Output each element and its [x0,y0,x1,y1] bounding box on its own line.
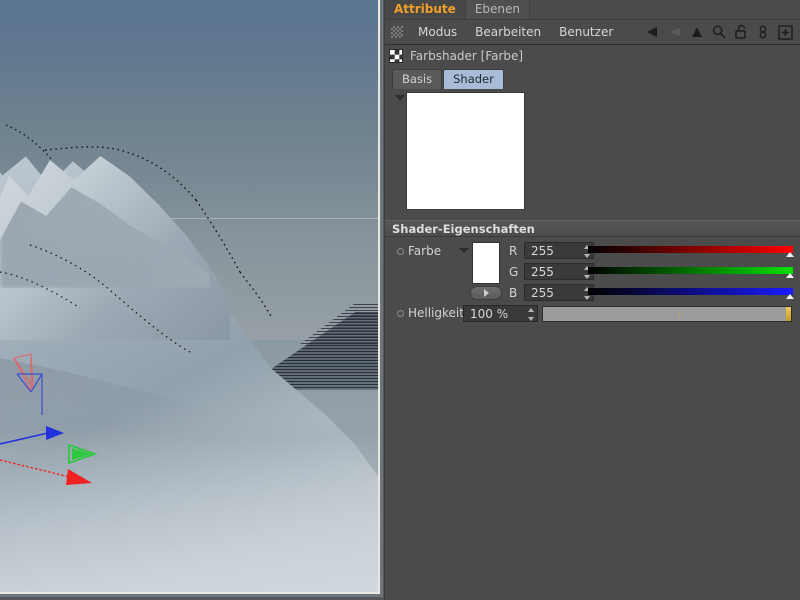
channel-input-b[interactable]: 255 [524,284,594,301]
animation-track-dot[interactable] [397,247,404,255]
application-window: Attribute Ebenen Modus Bearbeiten Benutz… [0,0,800,600]
spinner-up-icon [527,308,534,312]
object-title-row: Farbshader [Farbe] [385,45,800,67]
menu-benutzer[interactable]: Benutzer [550,20,622,45]
channel-track-g [588,267,793,274]
chevron-down-icon[interactable] [459,248,469,253]
tab-ebenen[interactable]: Ebenen [465,0,530,19]
panel-tabstrip: Attribute Ebenen [385,0,800,20]
channel-input-r[interactable]: 255 [524,242,594,259]
channel-track-b [588,288,793,295]
y-axis-arrow [68,443,98,465]
z-axis-arrow [0,426,64,445]
brightness-slider-handle[interactable] [786,307,791,321]
channel-value-b: 255 [531,285,554,300]
attribute-manager-panel: Attribute Ebenen Modus Bearbeiten Benutz… [384,0,800,600]
viewport-container [0,0,383,597]
color-label-group: Farbe [391,244,441,258]
channel-value-g: 255 [531,264,554,279]
animation-track-dot[interactable] [397,309,404,317]
chain-link-icon[interactable] [752,21,774,43]
brightness-slider[interactable] [542,306,792,322]
channel-label-g: G [509,264,519,279]
x-axis-arrow [0,459,92,485]
color-label: Farbe [408,244,442,258]
channel-label-r: R [509,243,518,258]
search-icon[interactable] [708,21,730,43]
channel-slider-b[interactable] [588,288,794,299]
subtab-shader[interactable]: Shader [443,69,504,89]
light-wireframe-red [13,353,34,393]
shader-preview-area [385,89,800,220]
checkerboard-icon [389,49,403,63]
subtab-basis[interactable]: Basis [392,69,443,89]
channel-row-g: G 255 [509,263,594,280]
unlocked-padlock-icon[interactable] [730,21,752,43]
color-property-row: Farbe R 255 G 255 B 255 [385,240,800,302]
brightness-tick [679,311,681,318]
brightness-value: 100 % [470,306,509,321]
page-title: Farbshader [Farbe] [410,49,524,63]
axis-gizmo[interactable] [0,330,200,490]
channel-handle-g[interactable] [786,273,794,278]
plus-box-icon[interactable] [774,21,796,43]
brightness-property-row: Helligkeit 100 % [385,303,800,324]
color-picker-button[interactable] [470,286,502,300]
channel-row-r: R 255 [509,242,594,259]
channel-input-g[interactable]: 255 [524,263,594,280]
up-arrow-icon[interactable] [686,21,708,43]
spinner-down-icon [527,317,534,321]
forward-arrow-ghost-icon[interactable] [664,21,686,43]
shader-preview-swatch[interactable] [406,92,525,210]
channel-slider-r[interactable] [588,246,794,257]
channel-track-r [588,246,793,253]
channel-handle-r[interactable] [786,252,794,257]
brightness-numfield[interactable]: 100 % [463,305,538,322]
channel-row-b: B 255 [509,284,594,301]
brightness-input[interactable]: 100 % [463,305,538,322]
section-header-shader-properties: Shader-Eigenschaften [385,220,800,237]
brightness-label: Helligkeit [408,306,464,320]
channel-slider-g[interactable] [588,267,794,278]
perspective-viewport[interactable] [0,0,380,594]
spinner-brightness[interactable] [527,308,534,321]
channel-label-b: B [509,285,518,300]
back-arrow-icon[interactable] [642,21,664,43]
channel-handle-b[interactable] [786,294,794,299]
menubar-icon-group [642,21,800,43]
triangle-down-icon[interactable] [395,95,405,101]
menu-bearbeiten[interactable]: Bearbeiten [466,20,550,45]
grip-dots-icon[interactable] [391,26,403,38]
tab-attribute[interactable]: Attribute [385,0,466,19]
light-wireframe-blue [16,373,43,415]
panel-menubar: Modus Bearbeiten Benutzer [385,20,800,45]
channel-value-r: 255 [531,243,554,258]
triangle-right-icon [483,289,489,297]
shader-subtabs: Basis Shader [385,67,800,89]
color-swatch[interactable] [472,242,500,284]
menu-modus[interactable]: Modus [409,20,466,45]
properties-list: Farbe R 255 G 255 B 255 Helligkeit 100 % [385,237,800,324]
brightness-label-group: Helligkeit [391,306,464,320]
